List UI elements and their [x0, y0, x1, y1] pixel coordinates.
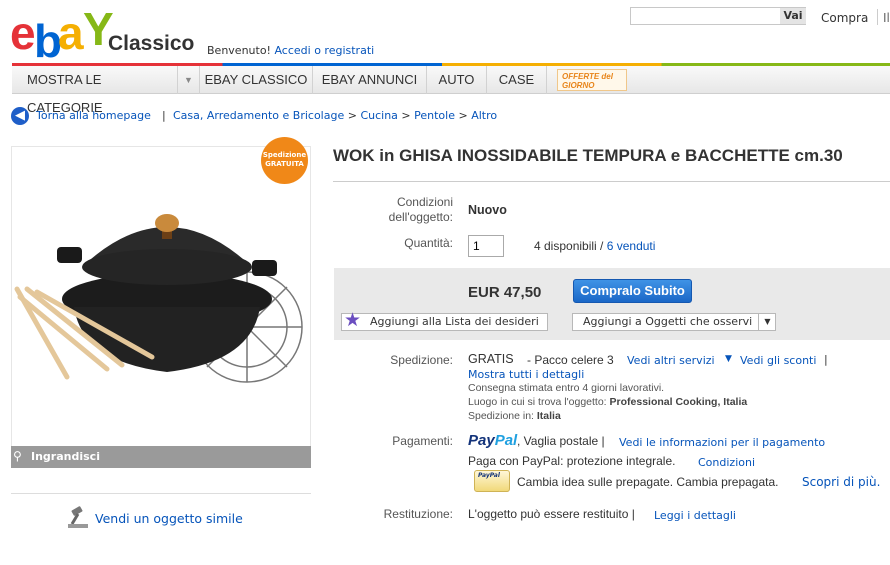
condition-label-line1: Condizioni [396, 195, 453, 209]
toplinks-divider [877, 9, 878, 25]
paypal-logo-a: Pay [468, 432, 495, 449]
welcome-text: Benvenuto! Accedi o registrati [207, 44, 374, 57]
paypal-logo-b: Pal [494, 432, 518, 449]
back-to-home-link[interactable]: Torna alla homepage [36, 109, 151, 122]
returns-details-link[interactable]: Leggi i dettagli [654, 509, 736, 522]
delivery-estimate: Consegna stimata entro 4 giorni lavorati… [468, 382, 665, 394]
buy-now-button[interactable]: Compralo Subito [573, 279, 692, 303]
payment-methods: , Vaglia postale | [517, 434, 605, 448]
badge-line2: GRATUITA [265, 160, 304, 168]
condition-label: Condizioni dell'oggetto: [360, 195, 453, 225]
show-all-details-link[interactable]: Mostra tutti i dettagli [468, 368, 584, 381]
more-link[interactable]: Il [883, 11, 890, 25]
nav-ebay-annunci[interactable]: EBAY ANNUNCI [313, 66, 427, 94]
star-icon: ★ [344, 309, 362, 331]
login-link[interactable]: Accedi o registrati [274, 44, 374, 57]
condition-value: Nuovo [468, 203, 507, 217]
paypal-protection: Paga con PayPal: protezione integrale. [468, 454, 676, 468]
item-title: WOK in GHISA INOSSIDABILE TEMPURA e BACC… [333, 146, 843, 165]
ships-to: Spedizione in: Italia [468, 410, 561, 422]
item-location: Luogo in cui si trova l'oggetto: Profess… [468, 396, 747, 408]
returns-label: Restituzione: [383, 507, 453, 521]
logo-letter-e: e [10, 7, 36, 59]
nav-auto[interactable]: AUTO [427, 66, 487, 94]
breadcrumb-arrow: > [458, 109, 468, 122]
back-arrow-icon[interactable]: ◀ [11, 107, 29, 125]
breadcrumb-cucina[interactable]: Cucina [360, 109, 397, 122]
payment-info-link[interactable]: Vedi le informazioni per il pagamento [619, 436, 825, 449]
price: EUR 47,50 [468, 284, 542, 301]
welcome-label: Benvenuto! [207, 44, 271, 57]
logo-letter-b: b [34, 15, 62, 67]
ships-to-value: Italia [536, 410, 561, 422]
free-shipping-badge: Spedizione GRATUITA [261, 137, 308, 184]
nav-ebay-classico[interactable]: EBAY CLASSICO [200, 66, 313, 94]
divider [11, 493, 311, 494]
search-button[interactable]: Vai [780, 8, 806, 24]
brand-classico: Classico [108, 32, 195, 55]
title-divider [333, 181, 890, 182]
gavel-icon [68, 506, 88, 528]
conditions-link[interactable]: Condizioni [698, 456, 755, 469]
quantity-input[interactable] [468, 235, 504, 257]
sell-similar-link[interactable]: Vendi un oggetto simile [95, 511, 243, 526]
discounts-link[interactable]: Vedi gli sconti [740, 354, 816, 367]
breadcrumb-casa[interactable]: Casa, Arredamento e Bricolage [173, 109, 344, 122]
item-location-value: Professional Cooking, Italia [609, 396, 748, 408]
shipping-divider: | [824, 353, 828, 366]
breadcrumb-pentole[interactable]: Pentole [414, 109, 455, 122]
breadcrumb-altro[interactable]: Altro [471, 109, 497, 122]
nav-categories[interactable]: MOSTRA LE CATEGORIE [12, 66, 178, 115]
sold-link[interactable]: 6 venduti [607, 239, 656, 253]
shipping-label: Spedizione: [390, 353, 453, 367]
product-image[interactable] [11, 146, 311, 468]
condition-label-line2: dell'oggetto: [388, 210, 453, 224]
shipping-service: - Pacco celere 3 [527, 353, 614, 367]
chevron-down-icon[interactable]: ▼ [758, 313, 776, 331]
ships-to-label: Spedizione in: [468, 410, 534, 422]
shipping-cost: GRATIS [468, 352, 514, 366]
other-services-link[interactable]: Vedi altri servizi [627, 354, 715, 367]
available-text: 4 disponibili / [534, 239, 604, 253]
nav-case[interactable]: CASE [487, 66, 547, 94]
logo-letter-y: Y [83, 3, 114, 55]
paypal-card-icon: PayPal [474, 470, 510, 492]
triangle-down-icon: ▼ [725, 354, 732, 364]
learn-more-link[interactable]: Scopri di più. [802, 475, 880, 489]
logo-letter-a: a [58, 7, 84, 59]
prepaid-text: Cambia idea sulle prepagate. Cambia prep… [517, 475, 779, 489]
availability: 4 disponibili / 6 venduti [534, 239, 655, 253]
magnifier-icon: ⚲ [13, 449, 22, 463]
quantity-label: Quantità: [404, 236, 453, 250]
payments-label: Pagamenti: [392, 434, 453, 448]
add-to-watchlist-button[interactable]: Aggiungi a Oggetti che osservi [572, 313, 776, 331]
category-nav: MOSTRA LE CATEGORIE ▼ EBAY CLASSICO EBAY… [12, 66, 890, 115]
breadcrumb-arrow: > [347, 109, 357, 122]
offerte-del-giorno-banner[interactable]: OFFERTE del GIORNO [557, 69, 627, 91]
returns-text: L'oggetto può essere restituito | [468, 507, 635, 521]
compra-link[interactable]: Compra [821, 11, 868, 25]
badge-line1: Spedizione [262, 151, 307, 159]
chevron-down-icon[interactable]: ▼ [178, 66, 200, 94]
breadcrumb-divider: | [162, 109, 166, 122]
breadcrumb-arrow: > [401, 109, 411, 122]
zoom-bar[interactable]: Ingrandisci [11, 446, 311, 468]
wok-image [14, 214, 303, 383]
add-to-wishlist-button[interactable]: Aggiungi alla Lista dei desideri [341, 313, 548, 331]
paypal-logo: PayPal [468, 432, 517, 449]
breadcrumb: Casa, Arredamento e Bricolage > Cucina >… [173, 109, 497, 122]
item-location-label: Luogo in cui si trova l'oggetto: [468, 396, 607, 408]
